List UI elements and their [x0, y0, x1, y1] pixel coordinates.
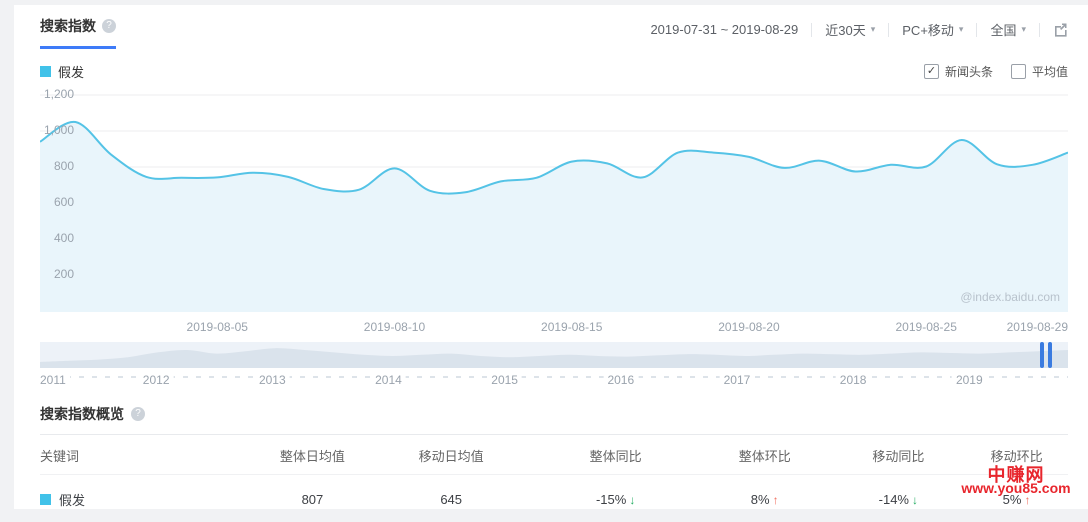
- col-mobile-avg: 移动日均值: [369, 435, 533, 475]
- col-mobile-yoy: 移动同比: [832, 435, 966, 475]
- series-color-swatch: [40, 66, 51, 77]
- slider-handle-start[interactable]: [1040, 342, 1044, 368]
- y-tick-label: 200: [40, 267, 74, 281]
- legend-row: 假发 ✓ 新闻头条 平均值: [14, 49, 1088, 81]
- baidu-watermark: @index.baidu.com: [960, 290, 1060, 304]
- mobile-mom-value: 5%↑ 中赚网 www.you85.com: [965, 475, 1068, 522]
- timeline-ticks: [40, 376, 1068, 378]
- chevron-down-icon: ▾: [871, 24, 876, 35]
- arrow-down-icon: ↓: [629, 493, 635, 507]
- search-index-chart[interactable]: 1,2001,000800600400200 2019-08-052019-08…: [40, 94, 1068, 340]
- timeline-year-label: 2017: [720, 373, 755, 387]
- plot-area[interactable]: [40, 94, 1068, 312]
- chart-toggles: ✓ 新闻头条 平均值: [924, 63, 1068, 80]
- divider: [811, 23, 812, 37]
- table-row: 假发 807 645 -15%↓ 8%↑ -14%↓ 5%↑: [40, 475, 1068, 522]
- timeline-year-label: 2012: [139, 373, 174, 387]
- tab-label: 搜索指数: [40, 16, 96, 36]
- col-overall-mom: 整体环比: [698, 435, 832, 475]
- line-chart-svg: [40, 94, 1068, 312]
- series-color-swatch: [40, 494, 51, 505]
- average-checkbox[interactable]: 平均值: [1011, 63, 1068, 80]
- arrow-down-icon: ↓: [912, 493, 918, 507]
- timeline-year-label: 2013: [255, 373, 290, 387]
- y-tick-label: 1,000: [40, 123, 74, 137]
- arrow-up-icon: ↑: [1024, 493, 1030, 507]
- overview-section: 搜索指数概览 ? 关键词 整体日均值 移动日均值 整体同比 整体环比 移动同比 …: [14, 394, 1088, 522]
- overall-mom-value: 8%↑: [698, 475, 832, 522]
- checkbox-unchecked-icon: [1011, 64, 1026, 79]
- overview-title-row: 搜索指数概览 ?: [40, 398, 1068, 434]
- timeline-year-axis: 2011 2012 2013 2014 2015 2016 2017 2018 2019: [40, 368, 1068, 394]
- col-keyword: 关键词: [40, 435, 256, 475]
- timeline-year-label: 2011: [40, 373, 70, 387]
- help-icon[interactable]: ?: [131, 407, 145, 421]
- header-controls: 2019-07-31 ~ 2019-08-29 近30天 ▾ PC+移动 ▾ 全…: [650, 16, 1068, 39]
- y-tick-label: 800: [40, 159, 74, 173]
- x-tick-label: 2019-08-29: [1007, 320, 1068, 334]
- col-mobile-mom: 移动环比: [965, 435, 1068, 475]
- checkbox-checked-icon: ✓: [924, 64, 939, 79]
- chevron-down-icon: ▾: [1021, 24, 1026, 35]
- y-tick-label: 1,200: [40, 87, 74, 101]
- timeline-slider[interactable]: [40, 342, 1068, 368]
- x-tick-label: 2019-08-15: [541, 320, 602, 334]
- keyword-cell: 假发: [40, 490, 85, 509]
- platform-dropdown[interactable]: PC+移动 ▾: [902, 20, 963, 39]
- divider: [976, 23, 977, 37]
- table-header-row: 关键词 整体日均值 移动日均值 整体同比 整体环比 移动同比 移动环比: [40, 435, 1068, 475]
- mobile-yoy-value: -14%↓: [832, 475, 966, 522]
- chevron-down-icon: ▾: [959, 24, 964, 35]
- overview-title: 搜索指数概览: [40, 404, 124, 424]
- region-dropdown[interactable]: 全国 ▾: [990, 20, 1026, 39]
- legend-keyword[interactable]: 假发: [40, 62, 84, 81]
- timeline-year-label: 2019: [952, 373, 987, 387]
- range-dropdown[interactable]: 近30天 ▾: [825, 20, 875, 39]
- divider: [1039, 23, 1040, 37]
- timeline-year-label: 2018: [836, 373, 871, 387]
- header: 搜索指数 ? 2019-07-31 ~ 2019-08-29 近30天 ▾ PC…: [14, 5, 1088, 49]
- y-tick-label: 600: [40, 195, 74, 209]
- timeline-year-label: 2014: [371, 373, 406, 387]
- external-link-icon[interactable]: [1053, 22, 1068, 37]
- col-overall-yoy: 整体同比: [533, 435, 697, 475]
- x-tick-label: 2019-08-25: [896, 320, 957, 334]
- y-tick-label: 400: [40, 231, 74, 245]
- help-icon[interactable]: ?: [102, 19, 116, 33]
- timeline-year-label: 2015: [487, 373, 522, 387]
- x-tick-label: 2019-08-20: [718, 320, 779, 334]
- overall-yoy-value: -15%↓: [533, 475, 697, 522]
- legend-keyword-label: 假发: [58, 62, 84, 81]
- timeline-preview-svg: [40, 342, 1068, 368]
- index-card: 搜索指数 ? 2019-07-31 ~ 2019-08-29 近30天 ▾ PC…: [14, 5, 1088, 509]
- date-range-display[interactable]: 2019-07-31 ~ 2019-08-29: [650, 22, 798, 37]
- overall-avg-value: 807: [256, 475, 369, 522]
- arrow-up-icon: ↑: [773, 493, 779, 507]
- mobile-avg-value: 645: [369, 475, 533, 522]
- x-tick-label: 2019-08-05: [187, 320, 248, 334]
- tab-search-index[interactable]: 搜索指数 ?: [40, 16, 116, 49]
- col-overall-avg: 整体日均值: [256, 435, 369, 475]
- x-axis: 2019-08-05 2019-08-10 2019-08-15 2019-08-20…: [40, 320, 1068, 338]
- timeline-year-label: 2016: [603, 373, 638, 387]
- divider: [888, 23, 889, 37]
- x-tick-label: 2019-08-10: [364, 320, 425, 334]
- slider-handle-end[interactable]: [1048, 342, 1052, 368]
- news-headlines-checkbox[interactable]: ✓ 新闻头条: [924, 63, 993, 80]
